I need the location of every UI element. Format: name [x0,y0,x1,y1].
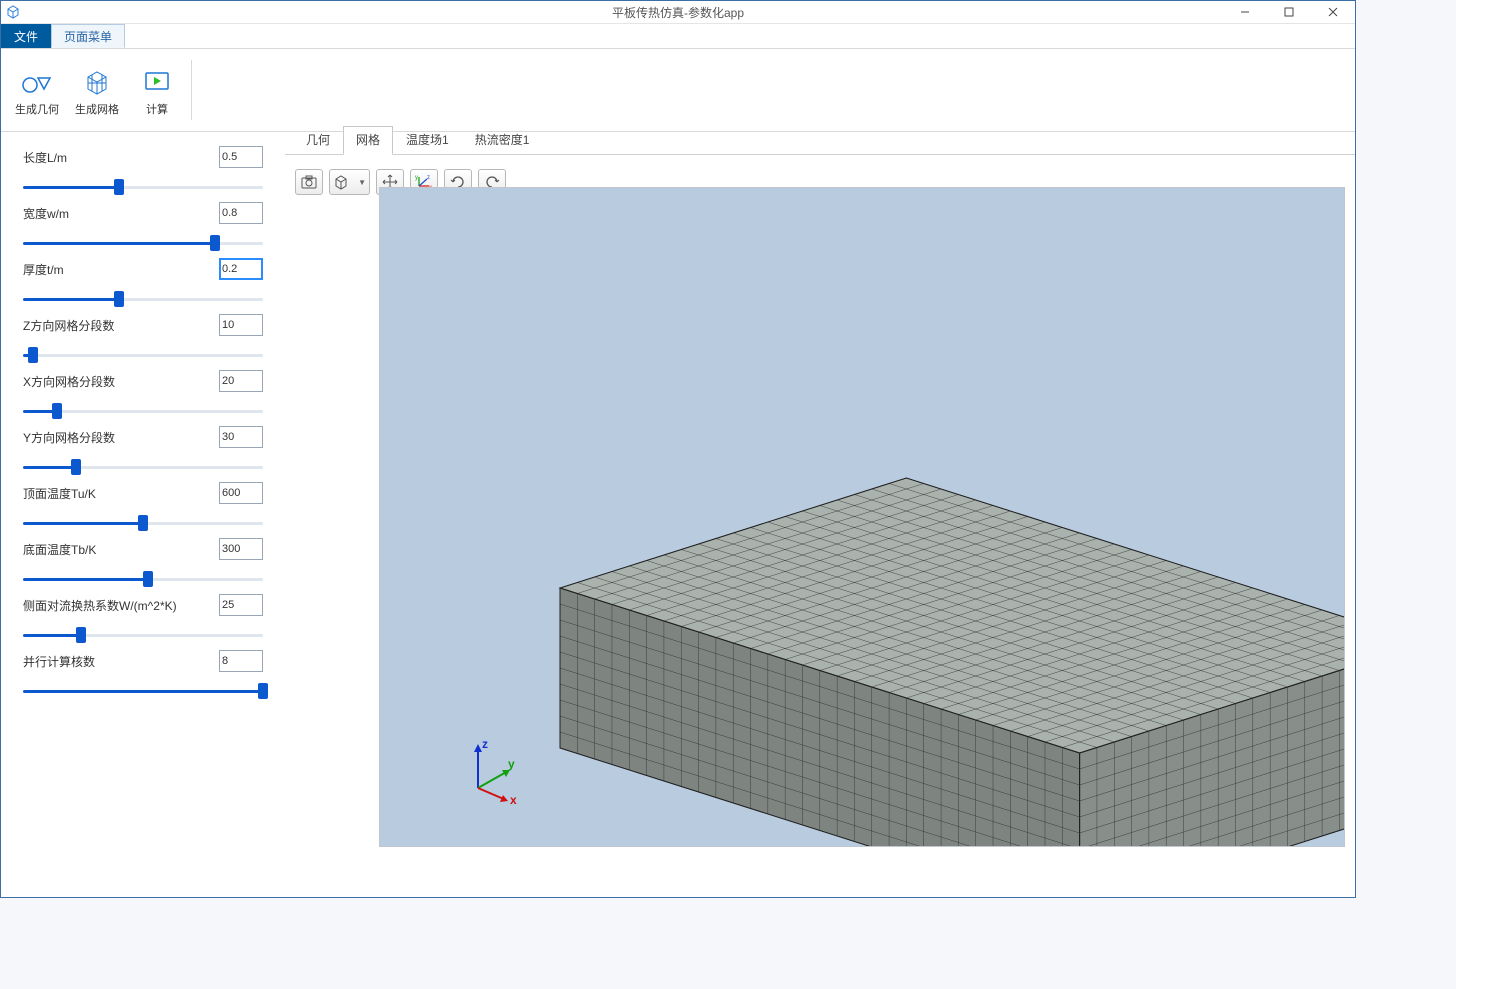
compute-icon [142,64,172,98]
param-label: 底面温度Tb/K [23,541,96,558]
param-input-8[interactable] [219,594,263,616]
view-cube-dropdown[interactable]: ▼ [329,169,370,195]
param-slider-1[interactable] [23,230,263,256]
param-label: 顶面温度Tu/K [23,485,96,502]
param-label: X方向网格分段数 [23,373,115,390]
cube-mesh-icon [82,64,112,98]
ribbon-separator [191,60,192,120]
param-slider-7[interactable] [23,566,263,592]
param-input-0[interactable] [219,146,263,168]
param-input-6[interactable] [219,482,263,504]
param-slider-5[interactable] [23,454,263,480]
param-input-5[interactable] [219,426,263,448]
parameter-panel: 长度L/m 宽度w/m 厚度t/m Z方向网格分段数 X方向网格分段数 Y方向网… [1,126,285,897]
param-label: 侧面对流换热系数W/(m^2*K) [23,597,177,614]
tab-1[interactable]: 网格 [343,126,393,155]
param-slider-4[interactable] [23,398,263,424]
graphics-viewport[interactable]: z y x [379,187,1345,847]
minimize-button[interactable] [1223,1,1267,23]
param-slider-0[interactable] [23,174,263,200]
shapes-icon [20,64,54,98]
param-input-2[interactable] [219,258,263,280]
param-input-3[interactable] [219,314,263,336]
tab-0[interactable]: 几何 [293,126,343,154]
param-label: 宽度w/m [23,205,69,222]
svg-text:z: z [427,175,430,181]
menu-file[interactable]: 文件 [1,24,51,48]
param-slider-2[interactable] [23,286,263,312]
tab-2[interactable]: 温度场1 [393,126,462,154]
chevron-down-icon: ▼ [358,178,366,187]
param-label: 厚度t/m [23,261,64,278]
menu-page[interactable]: 页面菜单 [51,24,125,48]
svg-text:y: y [508,757,515,771]
close-button[interactable] [1311,1,1355,23]
ribbon-gen-geometry[interactable]: 生成几何 [7,54,67,126]
param-label: 长度L/m [23,149,67,166]
ribbon-gen-mesh[interactable]: 生成网格 [67,54,127,126]
param-input-7[interactable] [219,538,263,560]
param-input-1[interactable] [219,202,263,224]
window-title: 平板传热仿真-参数化app [1,4,1355,21]
svg-text:z: z [482,737,488,751]
param-label: Z方向网格分段数 [23,317,114,334]
param-slider-8[interactable] [23,622,263,648]
ribbon-compute[interactable]: 计算 [127,54,187,126]
tab-3[interactable]: 热流密度1 [462,126,543,154]
param-slider-9[interactable] [23,678,263,704]
svg-text:y: y [415,175,418,181]
param-input-4[interactable] [219,370,263,392]
param-label: 并行计算核数 [23,653,95,670]
param-label: Y方向网格分段数 [23,429,115,446]
screenshot-button[interactable] [295,169,323,195]
param-input-9[interactable] [219,650,263,672]
view-tabs: 几何网格温度场1热流密度1 [285,126,1355,155]
maximize-button[interactable] [1267,1,1311,23]
param-slider-3[interactable] [23,342,263,368]
param-slider-6[interactable] [23,510,263,536]
svg-text:x: x [510,793,517,806]
axis-triad: z y x [460,726,540,806]
